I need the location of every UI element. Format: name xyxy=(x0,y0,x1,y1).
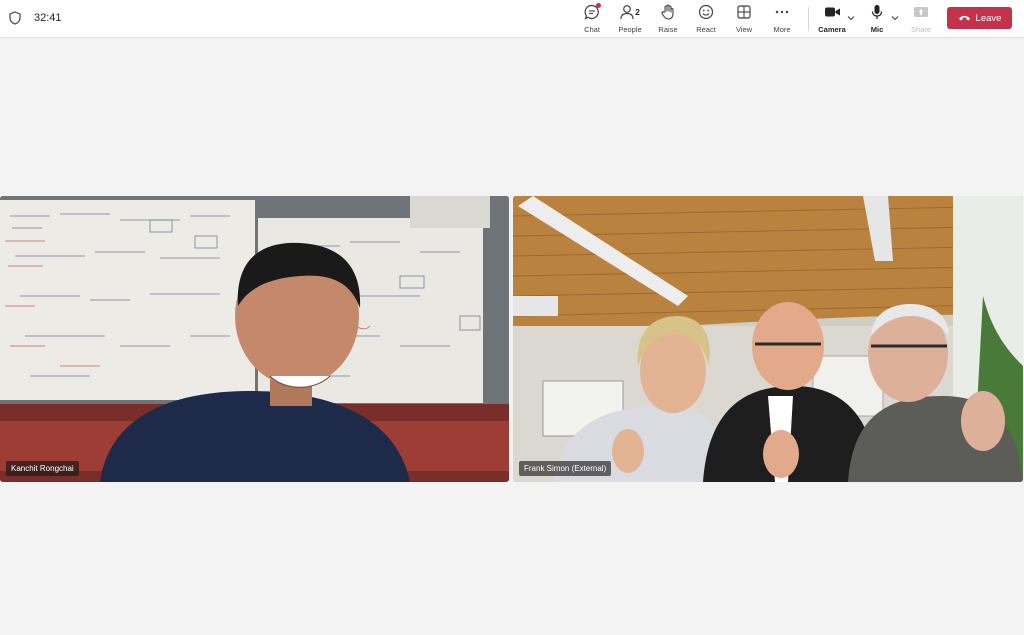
toolbar-divider xyxy=(808,7,809,31)
view-label: View xyxy=(735,25,753,34)
camera-chevron-down-icon[interactable] xyxy=(846,13,856,23)
react-button[interactable]: React xyxy=(686,3,726,35)
meeting-timer: 32:41 xyxy=(34,12,62,24)
people-label: People xyxy=(618,25,642,34)
share-icon xyxy=(914,7,928,17)
video-tile-participant-1[interactable]: Kanchit Rongchai xyxy=(0,196,509,482)
raise-label: Raise xyxy=(658,25,678,34)
meeting-toolbar: 32:41 Chat 2 People Raise React View Mor… xyxy=(0,0,1024,38)
chat-button[interactable]: Chat xyxy=(572,3,612,35)
mic-label: Mic xyxy=(870,25,884,34)
more-button[interactable]: More xyxy=(762,3,802,35)
camera-label: Camera xyxy=(818,25,846,34)
ellipsis-icon xyxy=(775,10,789,14)
phone-hangup-icon xyxy=(958,15,970,21)
raise-hand-button[interactable]: Raise xyxy=(648,3,688,35)
chat-label: Chat xyxy=(584,25,600,34)
react-label: React xyxy=(696,25,716,34)
mic-icon xyxy=(871,5,883,19)
people-count: 2 xyxy=(635,7,640,17)
grid-icon xyxy=(737,5,751,19)
participant-name-tag: Frank Simon (External) xyxy=(519,461,612,476)
leave-label: Leave xyxy=(975,12,1002,24)
leave-button[interactable]: Leave xyxy=(947,7,1012,29)
camera-icon xyxy=(824,7,840,17)
smiley-icon xyxy=(698,4,714,20)
share-label: Share xyxy=(910,25,931,34)
people-icon xyxy=(620,5,634,20)
more-label: More xyxy=(773,25,791,34)
video-feed xyxy=(0,196,509,482)
shield-icon[interactable] xyxy=(9,11,21,25)
people-button[interactable]: 2 People xyxy=(610,3,650,35)
participant-name-tag: Kanchit Rongchai xyxy=(6,461,79,476)
mic-chevron-down-icon[interactable] xyxy=(890,13,900,23)
video-feed xyxy=(513,196,1023,482)
view-button[interactable]: View xyxy=(724,3,764,35)
hand-icon xyxy=(661,4,674,20)
video-tile-participant-2[interactable]: Frank Simon (External) xyxy=(513,196,1023,482)
unread-dot xyxy=(596,3,601,8)
share-button[interactable]: Share xyxy=(901,3,941,35)
